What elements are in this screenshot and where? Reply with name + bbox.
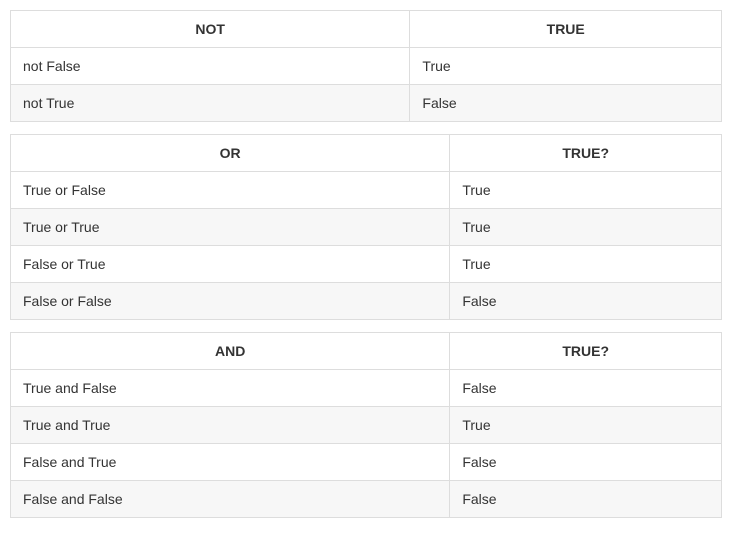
cell-result: False	[450, 444, 722, 481]
table-row: False or True True	[11, 246, 722, 283]
cell-result: True	[410, 48, 722, 85]
cell-result: False	[450, 370, 722, 407]
cell-expr: True and False	[11, 370, 450, 407]
and-table: AND TRUE? True and False False True and …	[10, 332, 722, 518]
not-header-result: TRUE	[410, 11, 722, 48]
cell-expr: True or False	[11, 172, 450, 209]
cell-result: False	[410, 85, 722, 122]
and-header-result: TRUE?	[450, 333, 722, 370]
table-row: True and True True	[11, 407, 722, 444]
table-row: False and False False	[11, 481, 722, 518]
cell-result: True	[450, 209, 722, 246]
table-row: True and False False	[11, 370, 722, 407]
or-table: OR TRUE? True or False True True or True…	[10, 134, 722, 320]
cell-expr: False and True	[11, 444, 450, 481]
cell-expr: True or True	[11, 209, 450, 246]
cell-expr: False and False	[11, 481, 450, 518]
cell-expr: True and True	[11, 407, 450, 444]
cell-result: False	[450, 481, 722, 518]
cell-expr: not False	[11, 48, 410, 85]
table-row: False or False False	[11, 283, 722, 320]
cell-result: True	[450, 172, 722, 209]
cell-result: True	[450, 246, 722, 283]
not-header-expr: NOT	[11, 11, 410, 48]
and-header-expr: AND	[11, 333, 450, 370]
cell-expr: False or True	[11, 246, 450, 283]
cell-expr: False or False	[11, 283, 450, 320]
table-row: not False True	[11, 48, 722, 85]
table-row: False and True False	[11, 444, 722, 481]
table-row: not True False	[11, 85, 722, 122]
or-header-expr: OR	[11, 135, 450, 172]
cell-result: False	[450, 283, 722, 320]
cell-expr: not True	[11, 85, 410, 122]
not-table: NOT TRUE not False True not True False	[10, 10, 722, 122]
or-header-result: TRUE?	[450, 135, 722, 172]
cell-result: True	[450, 407, 722, 444]
table-row: True or False True	[11, 172, 722, 209]
table-row: True or True True	[11, 209, 722, 246]
